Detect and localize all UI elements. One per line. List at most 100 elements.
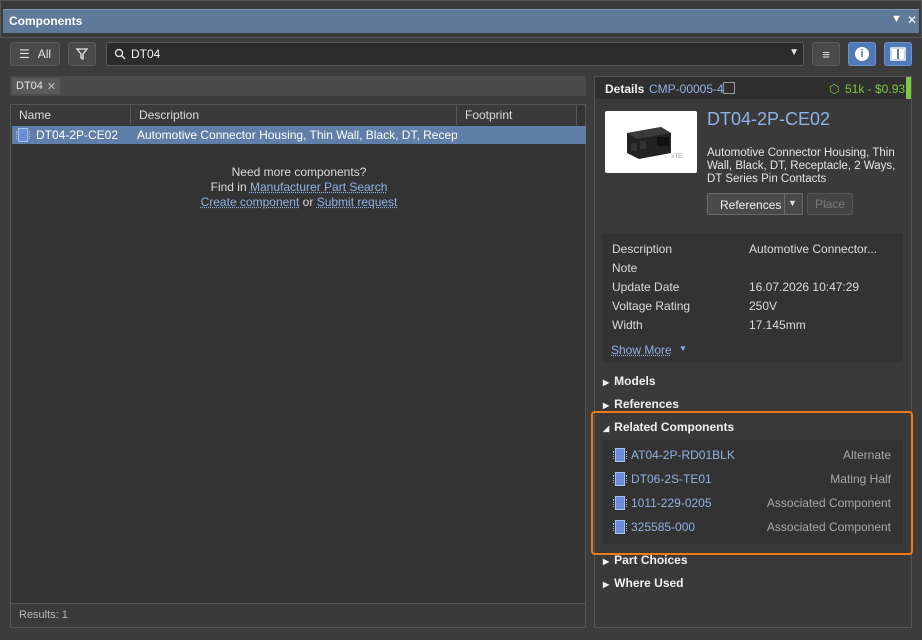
- filter-bar: DT04 ✕: [10, 76, 586, 96]
- svg-text:≡TE: ≡TE: [671, 154, 682, 160]
- expand-arrow-icon: ▶: [603, 378, 610, 387]
- list-item[interactable]: 1011-229-0205 Associated Component: [603, 494, 903, 512]
- related-components-list: AT04-2P-RD01BLK Alternate DT06-2S-TE01 M…: [603, 440, 903, 544]
- related-type: Associated Component: [766, 496, 891, 510]
- section-references[interactable]: ▶ References: [603, 397, 679, 411]
- related-name[interactable]: 1011-229-0205: [631, 496, 712, 510]
- part-name[interactable]: DT04-2P-CE02: [707, 109, 830, 130]
- component-icon: [613, 448, 627, 462]
- cube-icon: ⬡: [829, 82, 840, 96]
- stock-indicator: [906, 77, 911, 99]
- table-row[interactable]: DT04-2P-CE02 Automotive Connector Housin…: [12, 126, 586, 144]
- or-text: or: [302, 195, 314, 209]
- component-id-link[interactable]: CMP-00005-4: [649, 82, 724, 96]
- filter-chip-label: DT04: [16, 80, 43, 92]
- place-button[interactable]: Place: [807, 193, 853, 215]
- row-description: Automotive Connector Housing, Thin Wall,…: [137, 128, 457, 142]
- prop-value-voltage: 250V: [749, 299, 778, 313]
- filter-button[interactable]: [68, 42, 96, 66]
- prop-label-description: Description: [612, 242, 673, 256]
- list-item[interactable]: 325585-000 Associated Component: [603, 518, 903, 536]
- component-icon: [613, 520, 627, 534]
- details-panel: Details CMP-00005-4 ⬡ 51k - $0.93 ≡TE DT…: [591, 76, 913, 628]
- component-list-panel: Name Description Footprint DT04-2P-CE02 …: [10, 104, 586, 628]
- collapse-arrow-icon: ◢: [603, 424, 610, 433]
- section-models[interactable]: ▶ Models: [603, 374, 656, 388]
- related-type: Associated Component: [766, 520, 891, 534]
- prop-label-voltage: Voltage Rating: [612, 299, 691, 313]
- prop-value-update-date: 16.07.2026 10:47:29: [749, 280, 860, 294]
- close-icon[interactable]: ✕: [907, 13, 917, 27]
- empty-prompt: Need more components?: [231, 165, 367, 179]
- create-submit-line: Create component or Submit request: [11, 195, 587, 209]
- related-type: Mating Half: [830, 472, 891, 486]
- section-references-label: References: [614, 397, 679, 411]
- references-button-label: References: [720, 198, 782, 212]
- section-related-components[interactable]: ◢ Related Components: [603, 420, 734, 434]
- all-filter-button[interactable]: ☰ All: [10, 42, 60, 66]
- product-image: ≡TE: [605, 111, 697, 173]
- chip-close-icon[interactable]: ✕: [47, 80, 56, 93]
- title-strip: Components ▼ ✕: [3, 9, 919, 33]
- split-view-button[interactable]: [884, 42, 912, 66]
- find-in-line: Find in Manufacturer Part Search: [11, 180, 587, 194]
- component-icon: [16, 128, 30, 142]
- details-tab[interactable]: Details: [605, 82, 644, 96]
- prop-label-width: Width: [612, 318, 643, 332]
- search-box[interactable]: DT04 ▼: [106, 42, 804, 66]
- submit-request-link[interactable]: Submit request: [317, 195, 398, 209]
- search-input[interactable]: DT04: [131, 47, 160, 61]
- split-divider: [784, 194, 785, 214]
- component-icon: [613, 472, 627, 486]
- component-icon: [613, 496, 627, 510]
- part-description: Automotive Connector Housing, Thin Wall,…: [707, 147, 896, 185]
- related-name[interactable]: DT06-2S-TE01: [631, 472, 712, 486]
- section-part-choices-label: Part Choices: [614, 553, 688, 567]
- column-header-footprint[interactable]: Footprint: [457, 105, 577, 125]
- dropdown-arrow-icon[interactable]: ▼: [891, 13, 902, 25]
- split-panel-icon: [890, 47, 906, 61]
- manufacturer-search-link[interactable]: Manufacturer Part Search: [250, 180, 387, 194]
- section-part-choices[interactable]: ▶ Part Choices: [603, 553, 688, 567]
- column-header-name[interactable]: Name: [11, 105, 131, 125]
- references-button[interactable]: References ▼: [707, 193, 803, 215]
- related-name[interactable]: AT04-2P-RD01BLK: [631, 448, 735, 462]
- window-title: Components: [9, 14, 83, 28]
- details-header: Details CMP-00005-4 ⬡ 51k - $0.93: [595, 77, 911, 99]
- search-icon: [114, 48, 126, 60]
- create-component-link[interactable]: Create component: [201, 195, 300, 209]
- expand-arrow-icon: ▶: [603, 580, 610, 589]
- details-toggle-button[interactable]: i: [848, 42, 876, 66]
- column-header-description[interactable]: Description: [131, 105, 457, 125]
- list-icon: ☰: [18, 47, 30, 61]
- section-related-label: Related Components: [614, 420, 735, 434]
- search-dropdown-icon[interactable]: ▼: [789, 47, 799, 58]
- connector-image: ≡TE: [627, 127, 682, 160]
- row-name: DT04-2P-CE02: [36, 128, 119, 142]
- show-more-link[interactable]: Show More: [611, 343, 672, 357]
- properties-box: Description Automotive Connector... Note…: [603, 233, 903, 363]
- find-in-text: Find in: [210, 180, 247, 194]
- related-name[interactable]: 325585-000: [631, 520, 695, 534]
- filter-chip[interactable]: DT04 ✕: [12, 78, 61, 94]
- prop-label-note: Note: [612, 261, 638, 275]
- prop-label-update-date: Update Date: [612, 280, 680, 294]
- prop-value-width: 17.145mm: [749, 318, 806, 332]
- list-item[interactable]: AT04-2P-RD01BLK Alternate: [603, 446, 903, 464]
- references-dropdown-icon[interactable]: ▼: [788, 198, 797, 208]
- section-where-used-label: Where Used: [614, 576, 684, 590]
- stock-price[interactable]: 51k - $0.93: [845, 82, 905, 96]
- info-icon: i: [855, 47, 869, 61]
- expand-arrow-icon: ▶: [603, 401, 610, 410]
- title-bar: Components ▼ ✕: [0, 0, 922, 38]
- show-more-caret-icon[interactable]: ▼: [679, 344, 687, 353]
- section-models-label: Models: [614, 374, 656, 388]
- list-item[interactable]: DT06-2S-TE01 Mating Half: [603, 470, 903, 488]
- prop-value-description: Automotive Connector...: [749, 242, 878, 256]
- section-where-used[interactable]: ▶ Where Used: [603, 576, 684, 590]
- results-count: Results: 1: [11, 603, 585, 627]
- expand-arrow-icon: ▶: [603, 557, 610, 566]
- menu-button[interactable]: ≡: [812, 42, 840, 66]
- funnel-icon: [75, 48, 89, 61]
- compare-checkbox[interactable]: [723, 82, 735, 94]
